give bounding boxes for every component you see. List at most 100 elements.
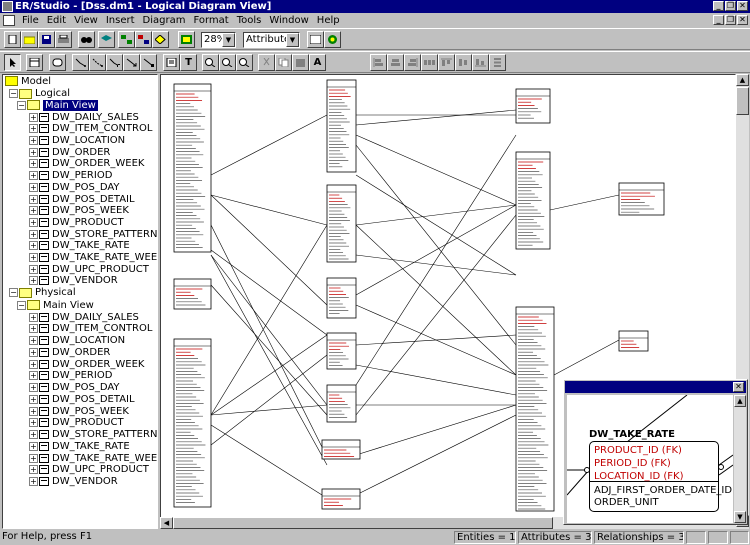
expand-icon[interactable]: +	[29, 217, 38, 227]
menu-insert[interactable]: Insert	[102, 13, 139, 28]
entity-box[interactable]	[618, 330, 649, 352]
menu-tools[interactable]: Tools	[233, 13, 266, 28]
menu-edit[interactable]: Edit	[43, 13, 70, 28]
tree-item-logical-dw-vendor[interactable]: + DW_VENDOR	[29, 275, 118, 287]
doc-restore-button[interactable]: ❐	[725, 15, 736, 25]
menu-format[interactable]: Format	[189, 13, 232, 28]
zoom-window-view[interactable]: DW_TAKE_RATE PRODUCT_ID (FK) PERIOD_ID (…	[567, 395, 733, 523]
relationship-line[interactable]	[210, 424, 323, 496]
relationship-line[interactable]	[355, 364, 517, 396]
expand-icon[interactable]: +	[29, 430, 38, 439]
tree-item-physical-dw-period[interactable]: + DW_PERIOD	[29, 370, 112, 382]
tree-item-logical-dw-take-rate-week[interactable]: + DW_TAKE_RATE_WEEK	[29, 252, 157, 264]
expand-icon[interactable]: +	[29, 171, 38, 181]
tree-item-physical-dw-take-rate[interactable]: + DW_TAKE_RATE	[29, 440, 130, 452]
select-tool-button[interactable]	[4, 54, 21, 71]
expand-icon[interactable]: +	[29, 453, 38, 463]
align-center-button[interactable]	[387, 54, 404, 71]
zoom-in-button[interactable]	[202, 54, 219, 71]
align-bottom-button[interactable]	[472, 54, 489, 71]
entity-box[interactable]	[173, 278, 212, 310]
relationship-line[interactable]	[210, 254, 328, 406]
tree-node-logical-main-view[interactable]: − Main View	[17, 99, 98, 111]
close-button[interactable]: ✕	[737, 1, 748, 11]
tree-item-logical-dw-order-week[interactable]: + DW_ORDER_WEEK	[29, 158, 144, 170]
horizontal-scroll-thumb[interactable]	[173, 517, 553, 529]
tree-item-logical-dw-upc-product[interactable]: + DW_UPC_PRODUCT	[29, 263, 149, 275]
cut-button[interactable]	[258, 54, 275, 71]
entity-box[interactable]	[515, 88, 551, 124]
entity-box[interactable]	[321, 439, 361, 460]
tree-node-physical-main-view[interactable]: − Main View	[17, 299, 94, 311]
entity-tool-button[interactable]	[98, 31, 115, 48]
expand-icon[interactable]: +	[29, 441, 38, 451]
expand-icon[interactable]: +	[29, 418, 38, 428]
expand-icon[interactable]: +	[29, 477, 38, 486]
align-left-button[interactable]	[370, 54, 387, 71]
text-tool-button[interactable]: T	[180, 54, 197, 71]
copy-button[interactable]	[275, 54, 292, 71]
tree-item-physical-dw-product[interactable]: + DW_PRODUCT	[29, 417, 124, 429]
entity-button[interactable]	[26, 54, 43, 71]
relationship-line[interactable]	[355, 134, 517, 206]
expand-icon[interactable]: +	[29, 312, 38, 322]
validate-button[interactable]	[152, 31, 169, 48]
tree-item-logical-dw-take-rate[interactable]: + DW_TAKE_RATE	[29, 240, 130, 252]
entity-box[interactable]	[515, 306, 555, 512]
menu-diagram[interactable]: Diagram	[139, 13, 190, 28]
zoom-window-close-button[interactable]: ✕	[733, 382, 744, 392]
expand-icon[interactable]: +	[29, 182, 38, 192]
relationship-optional-button[interactable]	[106, 54, 123, 71]
tree-item-logical-dw-pos-detail[interactable]: + DW_POS_DETAIL	[29, 193, 135, 205]
tree-node-physical[interactable]: − Physical	[9, 287, 76, 299]
relationship-line[interactable]	[355, 224, 517, 376]
zoom-window-scrollbar[interactable]: ▲ ▼	[734, 395, 746, 523]
relationship-line[interactable]	[210, 224, 328, 416]
relationship-identifying-button[interactable]	[72, 54, 89, 71]
tree-item-physical-dw-pos-day[interactable]: + DW_POS_DAY	[29, 382, 120, 394]
relationship-line[interactable]	[355, 254, 517, 276]
relationship-line[interactable]	[355, 304, 517, 376]
relationship-many-button[interactable]	[123, 54, 140, 71]
display-mode-combo[interactable]: Attribute ▼	[243, 32, 300, 48]
entity-box[interactable]	[321, 488, 361, 510]
tree-root-model[interactable]: Model	[5, 75, 51, 87]
expand-icon[interactable]: +	[29, 347, 38, 357]
zoom-window[interactable]: ✕ DW_TAKE_RATE PRODUCT_ID (FK) PERIOD_ID…	[563, 379, 748, 525]
relationship-line[interactable]	[355, 204, 517, 296]
relationship-line[interactable]	[210, 249, 328, 336]
properties-button[interactable]	[307, 31, 324, 48]
expand-icon[interactable]: +	[29, 229, 38, 239]
collapse-icon[interactable]: −	[9, 288, 18, 298]
note-button[interactable]	[163, 54, 180, 71]
relationship-line[interactable]	[210, 194, 328, 306]
expand-icon[interactable]: +	[29, 406, 38, 416]
web-button[interactable]	[324, 31, 341, 48]
distribute-horizontal-button[interactable]	[421, 54, 438, 71]
menu-view[interactable]: View	[70, 13, 102, 28]
relationship-line[interactable]	[355, 414, 517, 496]
title-bar[interactable]: ER/Studio - [Dss.dm1 - Logical Diagram V…	[0, 0, 750, 13]
zoom-scroll-up-icon[interactable]: ▲	[734, 395, 746, 407]
tree-item-physical-dw-item-control[interactable]: + DW_ITEM_CONTROL	[29, 323, 152, 335]
relationship-line[interactable]	[210, 254, 328, 466]
tree-item-logical-dw-order[interactable]: + DW_ORDER	[29, 146, 110, 158]
tree-item-physical-dw-order[interactable]: + DW_ORDER	[29, 346, 110, 358]
menu-file[interactable]: File	[18, 13, 43, 28]
entity-box[interactable]	[326, 79, 357, 173]
entity-box[interactable]	[618, 182, 665, 216]
expand-icon[interactable]: +	[29, 324, 38, 334]
subtype-button[interactable]	[140, 54, 157, 71]
tree-item-physical-dw-store-pattern[interactable]: + DW_STORE_PATTERN	[29, 429, 157, 441]
distribute-vertical-button[interactable]	[489, 54, 506, 71]
doc-minimize-button[interactable]: _	[713, 15, 724, 25]
vertical-scroll-thumb[interactable]	[736, 87, 749, 115]
collapse-icon[interactable]: −	[9, 89, 18, 99]
relationship-line[interactable]	[210, 354, 328, 446]
expand-icon[interactable]: +	[29, 147, 38, 157]
layout-button[interactable]	[118, 31, 135, 48]
align-middle-button[interactable]	[455, 54, 472, 71]
expand-icon[interactable]: +	[29, 136, 38, 145]
expand-icon[interactable]: +	[29, 124, 38, 134]
new-button[interactable]	[4, 31, 21, 48]
